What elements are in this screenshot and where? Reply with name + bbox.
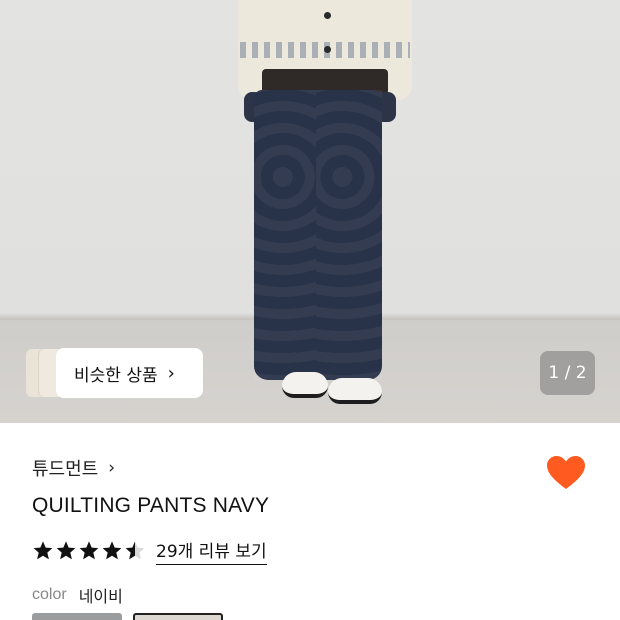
chevron-right-icon: › <box>108 458 116 478</box>
heart-icon[interactable] <box>546 455 586 491</box>
rating-row: 29개 리뷰 보기 <box>32 537 267 565</box>
star-icon <box>33 541 53 560</box>
image-counter: 1 / 2 <box>540 351 595 395</box>
color-row: color 네이비 <box>32 583 123 607</box>
brand-name: 튜드먼트 <box>32 459 99 480</box>
star-icon <box>102 541 122 560</box>
similar-products-chip[interactable]: 비슷한 상품 › <box>56 348 203 398</box>
chevron-right-icon: › <box>167 362 175 384</box>
model-pants <box>254 90 382 380</box>
reviews-link[interactable]: 29개 리뷰 보기 <box>156 537 267 565</box>
similar-products-label: 비슷한 상품 <box>74 365 158 386</box>
brand-link[interactable]: 튜드먼트 › <box>32 455 115 481</box>
color-swatch[interactable] <box>32 613 122 620</box>
star-icon <box>125 541 145 560</box>
star-icon <box>79 541 99 560</box>
model-left-shoe <box>282 372 328 398</box>
color-value: 네이비 <box>78 587 123 606</box>
color-swatch-selected[interactable] <box>133 613 223 620</box>
model-cardigan <box>240 0 410 95</box>
star-rating <box>32 540 146 562</box>
star-icon <box>56 541 76 560</box>
color-label: color <box>32 586 67 603</box>
model-right-shoe <box>328 378 382 404</box>
product-title: QUILTING PANTS NAVY <box>32 494 270 517</box>
product-image[interactable]: 비슷한 상품 › 1 / 2 <box>0 0 620 423</box>
similar-products-button[interactable]: 비슷한 상품 › <box>26 348 203 398</box>
